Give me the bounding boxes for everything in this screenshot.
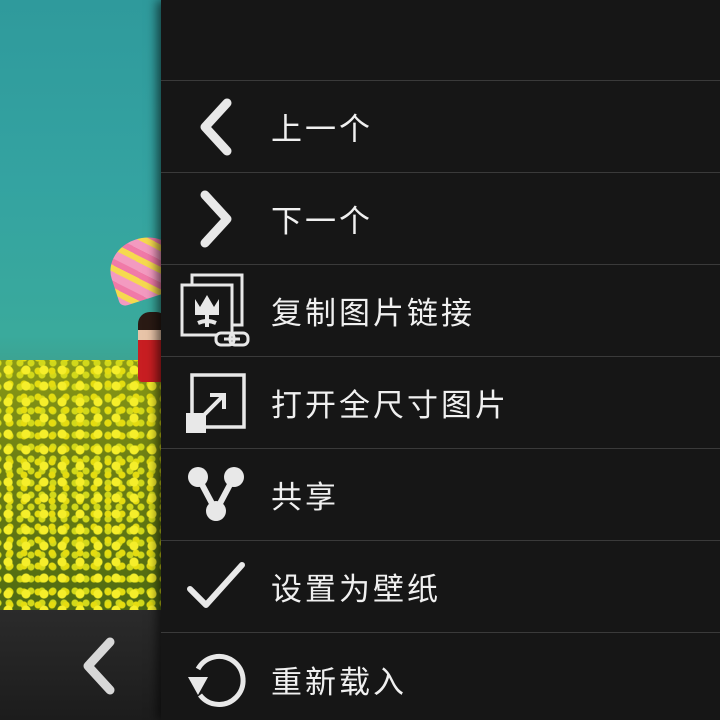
menu-item-label: 设置为壁纸 [271, 572, 441, 608]
photo-flower-field [0, 360, 161, 610]
menu-header [161, 0, 720, 81]
chevron-left-icon [161, 81, 271, 173]
photo-umbrella [102, 228, 161, 308]
menu-item-label: 复制图片链接 [271, 296, 475, 332]
context-menu: 上一个 下一个 复制图片链接 打开全尺寸图片 共享 设置为壁纸 重新载入 [161, 0, 720, 720]
menu-item-label: 下一个 [271, 204, 373, 240]
menu-item-copy-image-link[interactable]: 复制图片链接 [161, 265, 720, 357]
menu-item-open-full-size[interactable]: 打开全尺寸图片 [161, 357, 720, 449]
share-icon [161, 449, 271, 541]
copy-image-link-icon [161, 265, 271, 357]
menu-item-label: 重新载入 [271, 664, 407, 701]
back-button[interactable] [72, 636, 124, 696]
photo-person [138, 312, 161, 382]
chevron-right-icon [161, 173, 271, 265]
menu-item-share[interactable]: 共享 [161, 449, 720, 541]
menu-item-next[interactable]: 下一个 [161, 173, 720, 265]
reload-icon [161, 633, 271, 720]
menu-item-reload[interactable]: 重新载入 [161, 633, 720, 720]
expand-image-icon [161, 357, 271, 449]
checkmark-icon [161, 541, 271, 633]
gallery-photo[interactable] [0, 0, 161, 610]
back-chevron-icon [83, 637, 115, 695]
menu-item-label: 共享 [271, 480, 339, 516]
menu-item-set-as-wallpaper[interactable]: 设置为壁纸 [161, 541, 720, 633]
menu-item-label: 上一个 [271, 112, 373, 148]
menu-item-label: 打开全尺寸图片 [271, 388, 509, 424]
menu-item-previous[interactable]: 上一个 [161, 81, 720, 173]
